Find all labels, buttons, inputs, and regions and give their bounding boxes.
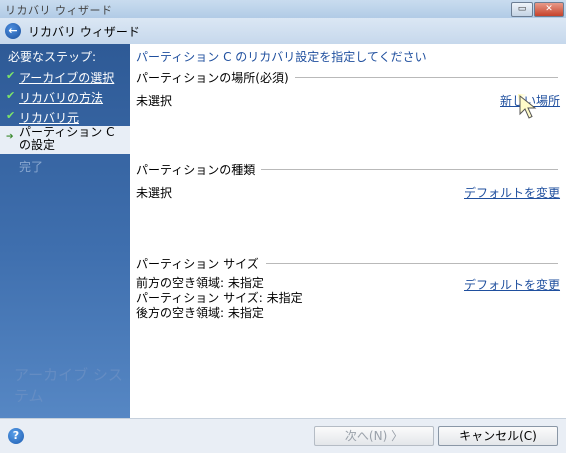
checkmark-icon: ✔ xyxy=(6,89,16,102)
steps-heading: 必要なステップ: xyxy=(8,50,97,64)
section-divider xyxy=(266,263,558,264)
step-label: 完了 xyxy=(19,160,44,174)
size-section-title: パーティション サイズ xyxy=(136,255,265,272)
step-label[interactable]: アーカイブの選択 xyxy=(19,69,114,86)
step-archive-selection[interactable]: ✔ アーカイブの選択 xyxy=(0,69,130,85)
step-label[interactable]: リカバリの方法 xyxy=(19,89,103,106)
cancel-button[interactable]: キャンセル(C) xyxy=(438,426,558,446)
checkmark-icon: ✔ xyxy=(6,69,16,82)
instruction-text: パーティション C のリカバリ設定を指定してください xyxy=(136,50,427,64)
next-button[interactable]: 次へ(N) 〉 xyxy=(314,426,434,446)
wizard-title: リカバリ ウィザード xyxy=(28,25,140,39)
steps-sidebar: 必要なステップ: ✔ アーカイブの選択 ✔ リカバリの方法 ✔ リカバリ元 ➔ … xyxy=(0,44,130,418)
step-label: パーティション C の設定 xyxy=(19,126,114,152)
wizard-header: ← リカバリ ウィザード xyxy=(0,18,566,45)
close-icon: ✕ xyxy=(545,4,553,14)
sidebar-watermark: アーカイブ システム xyxy=(14,366,123,405)
back-arrow-icon[interactable]: ← xyxy=(5,23,21,39)
wizard-footer: ? 次へ(N) 〉 キャンセル(C) xyxy=(0,418,566,453)
section-divider xyxy=(290,77,558,78)
size-back-free-space: 後方の空き領域: 未指定 xyxy=(136,306,264,320)
title-bar: リカバリ ウィザード ▭ ✕ xyxy=(0,0,566,18)
location-section-title: パーティションの場所(必須) xyxy=(136,69,295,86)
minimize-icon: ▭ xyxy=(517,4,527,14)
type-change-default-link[interactable]: デフォルトを変更 xyxy=(464,184,560,201)
type-value: 未選択 xyxy=(136,186,173,200)
close-button[interactable]: ✕ xyxy=(534,2,564,17)
size-change-default-link[interactable]: デフォルトを変更 xyxy=(464,276,560,293)
window-title: リカバリ ウィザード xyxy=(5,4,113,17)
step-finish: 完了 xyxy=(0,158,130,174)
step-partition-c-settings[interactable]: ➔ パーティション C の設定 xyxy=(0,126,130,154)
location-value: 未選択 xyxy=(136,94,173,108)
current-step-arrow-icon: ➔ xyxy=(6,132,14,142)
step-recovery-method[interactable]: ✔ リカバリの方法 xyxy=(0,89,130,105)
checkmark-icon: ✔ xyxy=(6,109,16,122)
type-section-title: パーティションの種類 xyxy=(136,161,262,178)
step-recovery-source[interactable]: ✔ リカバリ元 xyxy=(0,109,130,125)
step-label[interactable]: リカバリ元 xyxy=(19,109,79,126)
recovery-wizard-window: リカバリ ウィザード ▭ ✕ ← リカバリ ウィザード 必要なステップ: ✔ ア… xyxy=(0,0,566,453)
settings-panel: パーティション C のリカバリ設定を指定してください パーティションの場所(必須… xyxy=(130,44,566,418)
minimize-button[interactable]: ▭ xyxy=(511,2,533,17)
mouse-pointer-icon xyxy=(518,94,537,119)
help-icon[interactable]: ? xyxy=(8,428,24,444)
step-label-line2: の設定 xyxy=(19,138,56,152)
section-divider xyxy=(260,169,558,170)
